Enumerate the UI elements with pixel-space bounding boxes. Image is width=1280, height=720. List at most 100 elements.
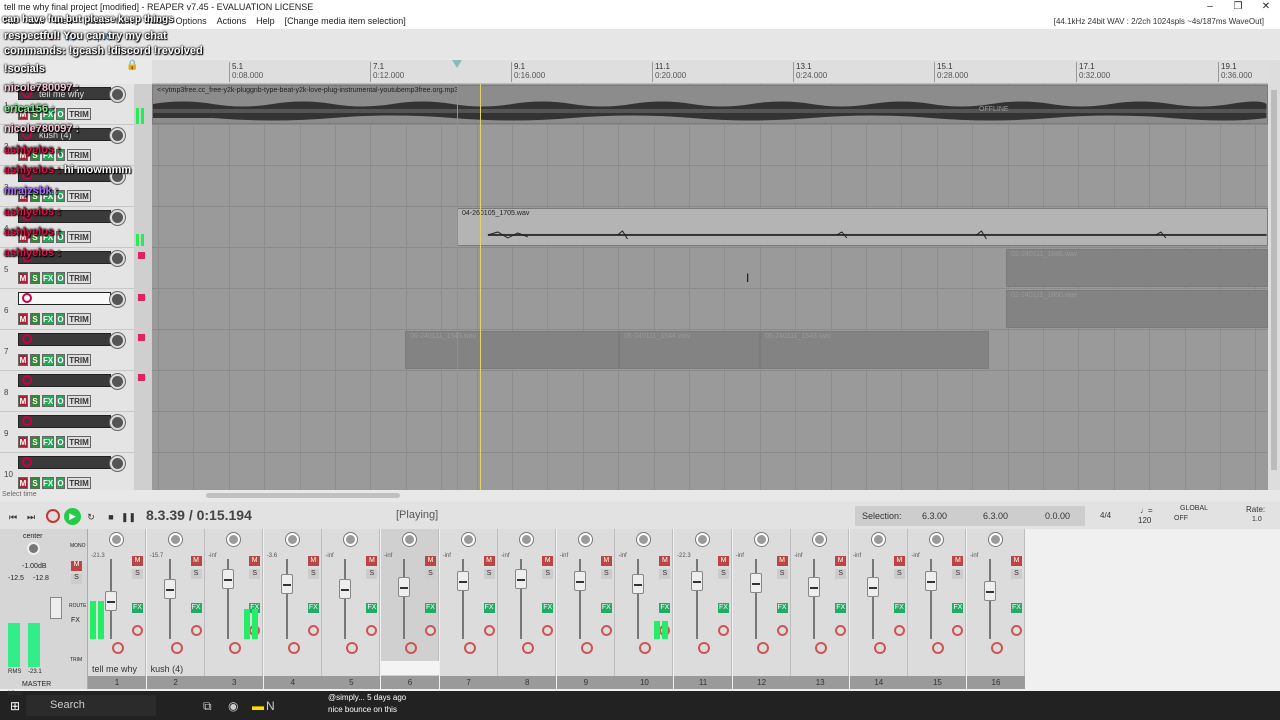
track-row[interactable]: 9 M S FX O TRIM — [0, 412, 134, 453]
trim-button[interactable]: TRIM — [67, 272, 91, 284]
record-arm-button[interactable] — [952, 625, 964, 636]
track-lane[interactable] — [152, 453, 1268, 490]
io-button[interactable]: O — [56, 395, 65, 407]
fx-button[interactable]: FX — [718, 603, 729, 613]
record-arm-button[interactable] — [542, 625, 554, 636]
audio-status[interactable]: [44.1kHz 24bit WAV : 2/2ch 1024spls ~4s/… — [1054, 14, 1264, 29]
volume-knob[interactable] — [110, 333, 125, 348]
fx-button[interactable]: FX — [42, 436, 54, 448]
global-state[interactable]: OFF — [1174, 515, 1188, 522]
notion-icon[interactable]: N — [266, 699, 275, 713]
pan-knob[interactable] — [344, 533, 358, 546]
media-item-faint[interactable]: 02-240111_1686.wav — [1006, 249, 1268, 287]
volume-knob[interactable] — [110, 415, 125, 430]
io-button[interactable]: O — [56, 108, 65, 120]
record-arm-button[interactable] — [776, 625, 788, 636]
record-input-icon[interactable] — [873, 642, 886, 654]
volume-fader[interactable] — [515, 569, 528, 589]
volume-fader[interactable] — [573, 571, 586, 591]
record-input-icon[interactable] — [522, 642, 535, 654]
volume-fader[interactable] — [632, 574, 645, 594]
fx-button[interactable]: FX — [483, 603, 495, 613]
pan-knob[interactable] — [285, 533, 299, 546]
record-arm-button[interactable] — [893, 625, 905, 636]
record-input-icon[interactable] — [346, 642, 359, 654]
repeat-icon[interactable]: ↻ — [84, 510, 98, 524]
scroll-thumb[interactable] — [1271, 90, 1277, 470]
pan-knob[interactable] — [930, 533, 944, 546]
record-button[interactable] — [46, 509, 60, 523]
mute-button[interactable]: M — [483, 556, 495, 566]
pan-knob[interactable] — [696, 533, 709, 546]
mute-button[interactable]: M — [952, 556, 964, 566]
bpm[interactable]: 120 — [1138, 516, 1151, 525]
track-lane[interactable] — [152, 125, 1268, 166]
mute-button[interactable]: M — [366, 556, 378, 566]
fx-button[interactable]: FX — [42, 313, 54, 325]
volume-fader[interactable] — [691, 571, 703, 591]
mute-button[interactable]: M — [835, 556, 847, 566]
route-button[interactable]: ROUTE — [69, 603, 87, 609]
mute-button[interactable]: M — [132, 556, 143, 566]
trim-button[interactable]: TRIM — [67, 395, 91, 407]
browser-icon[interactable]: ◉ — [228, 699, 238, 713]
solo-button[interactable]: S — [132, 569, 143, 579]
solo-button[interactable]: S — [30, 436, 40, 448]
media-item-faint[interactable]: 02-240111_1850.wav — [1006, 290, 1268, 328]
pan-knob[interactable] — [520, 533, 534, 546]
rate-value[interactable]: 1.0 — [1252, 516, 1262, 523]
mute-button[interactable]: M — [18, 354, 28, 366]
track-lane[interactable] — [152, 371, 1268, 412]
go-to-end-icon[interactable]: ⏭ — [24, 510, 38, 524]
pan-knob[interactable] — [871, 533, 885, 546]
mute-button[interactable]: M — [190, 556, 202, 566]
solo-button[interactable]: S — [600, 569, 612, 579]
record-arm-button[interactable] — [835, 625, 847, 636]
record-input-icon[interactable] — [815, 642, 828, 654]
mixer-tab[interactable]: Mixer — [8, 691, 23, 697]
fx-button[interactable]: FX — [835, 603, 847, 613]
media-item-faint[interactable]: 06-240111_1543.wav — [405, 331, 619, 369]
trim-button[interactable]: TRIM — [67, 354, 91, 366]
solo-button[interactable]: S — [776, 569, 788, 579]
record-arm-button[interactable] — [22, 293, 32, 303]
record-arm-button[interactable] — [483, 625, 495, 636]
fx-button[interactable]: FX — [42, 354, 54, 366]
record-input-icon[interactable] — [112, 642, 124, 654]
track-row[interactable]: 8 M S FX O TRIM — [0, 371, 134, 412]
solo-button[interactable]: S — [835, 569, 847, 579]
pan-knob[interactable] — [637, 533, 651, 546]
media-item-beat[interactable]: <<ytmp3free.cc_free-y2k-pluggnb-type-bea… — [152, 85, 1268, 124]
volume-fader[interactable] — [749, 573, 762, 593]
stop-icon[interactable]: ■ — [104, 510, 118, 524]
volume-knob[interactable] — [110, 374, 125, 389]
selection-start[interactable]: 6.3.00 — [922, 511, 947, 521]
solo-button[interactable]: S — [893, 569, 905, 579]
trim-button[interactable]: TRIM — [67, 231, 91, 243]
fx-button[interactable]: FX — [542, 603, 554, 613]
mute-button[interactable]: M — [18, 272, 28, 284]
record-arm-button[interactable] — [600, 625, 612, 636]
volume-fader[interactable] — [105, 591, 117, 611]
solo-button[interactable]: S — [307, 569, 319, 579]
trim-button[interactable]: TRIM — [67, 436, 91, 448]
record-input-icon[interactable] — [405, 642, 417, 654]
record-arm-button[interactable] — [190, 625, 202, 636]
mute-button[interactable]: M — [893, 556, 905, 566]
media-item-faint[interactable]: 05-240111_1543.wav — [760, 331, 989, 369]
record-input-icon[interactable] — [639, 642, 652, 654]
master-fader[interactable] — [50, 597, 62, 619]
record-input-icon[interactable] — [991, 642, 1003, 654]
mute-button[interactable]: M — [18, 477, 28, 489]
volume-knob[interactable] — [110, 128, 125, 143]
horizontal-scrollbar[interactable] — [0, 490, 1280, 502]
volume-fader[interactable] — [866, 577, 879, 597]
trim-button[interactable]: TRIM — [67, 149, 91, 161]
track-lane[interactable] — [152, 412, 1268, 453]
fx-button[interactable]: FX — [776, 603, 788, 613]
solo-button[interactable]: S — [249, 569, 261, 579]
solo-button[interactable]: S — [30, 477, 40, 489]
mono-button[interactable]: MONO — [70, 543, 86, 549]
record-input-icon[interactable] — [756, 642, 769, 654]
mute-button[interactable]: M — [718, 556, 729, 566]
